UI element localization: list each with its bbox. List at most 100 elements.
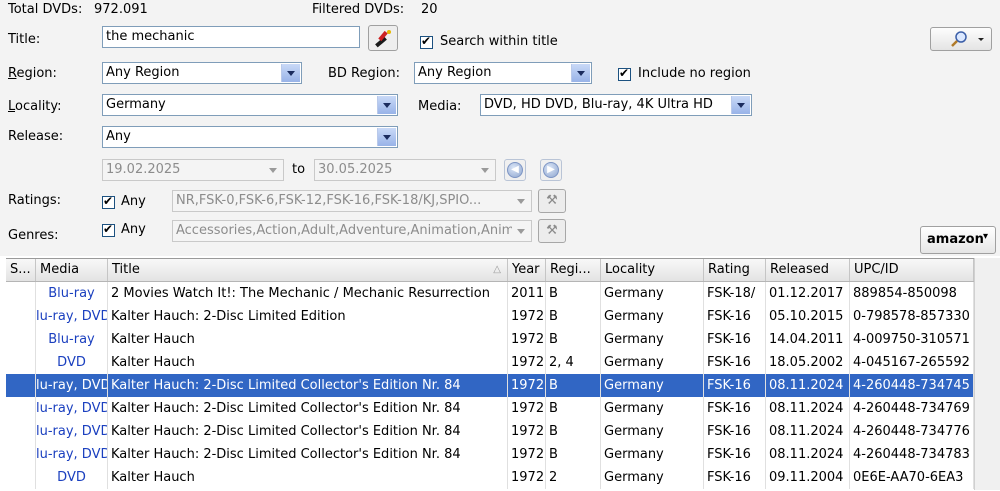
date-next-button[interactable]: ▶	[540, 159, 562, 181]
locality-select[interactable]: Germany	[102, 94, 398, 116]
column-header-region[interactable]: Regi...	[546, 259, 601, 281]
column-header-year[interactable]: Year	[508, 259, 546, 281]
cell-status	[6, 351, 36, 374]
release-value: Any	[106, 129, 131, 144]
cell-upc: 4-260448-734776	[850, 420, 974, 443]
cell-media: lu-ray, DVD	[36, 397, 108, 420]
column-header-title[interactable]: Title △	[108, 259, 508, 281]
table-row[interactable]: lu-ray, DVD Kalter Hauch: 2-Disc Limited …	[6, 374, 974, 397]
column-header-title-label: Title	[112, 262, 140, 277]
clear-title-button[interactable]	[368, 25, 398, 51]
tools-icon: ⚒	[546, 223, 558, 238]
region-value: Any Region	[106, 65, 180, 80]
table-row[interactable]: lu-ray, DVD Kalter Hauch: 2-Disc Limited …	[6, 305, 974, 328]
table-row[interactable]: lu-ray, DVD Kalter Hauch: 2-Disc Limited …	[6, 397, 974, 420]
cell-year: 1972	[508, 374, 546, 397]
cell-status	[6, 466, 36, 489]
cell-status	[6, 282, 36, 305]
include-no-region-checkbox[interactable]	[618, 66, 631, 81]
region-select[interactable]: Any Region	[102, 62, 302, 84]
cell-title: Kalter Hauch: 2-Disc Limited Edition	[108, 305, 508, 328]
cell-released: 01.12.2017	[766, 282, 850, 305]
cell-released: 08.11.2024	[766, 420, 850, 443]
chevron-down-icon: ▾	[983, 231, 989, 242]
cell-released: 08.11.2024	[766, 443, 850, 466]
column-header-released[interactable]: Released	[766, 259, 850, 281]
media-label: Media:	[418, 99, 462, 114]
cell-title: Kalter Hauch: 2-Disc Limited Collector's…	[108, 374, 508, 397]
cell-title: Kalter Hauch	[108, 351, 508, 374]
amazon-button[interactable]: amazon ▾	[920, 226, 996, 254]
column-header-media[interactable]: Media	[36, 259, 108, 281]
genres-value: Accessories,Action,Adult,Adventure,Anima…	[176, 223, 527, 238]
table-row[interactable]: lu-ray, DVD Kalter Hauch: 2-Disc Limited …	[6, 420, 974, 443]
cell-title: Kalter Hauch: 2-Disc Limited Collector's…	[108, 397, 508, 420]
cell-media: lu-ray, DVD	[36, 420, 108, 443]
genres-any-label: Any	[121, 222, 146, 237]
search-within-title-checkbox[interactable]	[420, 34, 433, 49]
cell-locality: Germany	[601, 351, 704, 374]
cell-upc: 4-260448-734745	[850, 374, 974, 397]
chevron-down-icon	[264, 161, 282, 179]
arrow-left-icon: ◀	[507, 162, 523, 178]
column-header-rating[interactable]: Rating	[704, 259, 766, 281]
cell-released: 14.04.2011	[766, 328, 850, 351]
genres-select[interactable]: Accessories,Action,Adult,Adventure,Anima…	[172, 220, 532, 242]
cell-upc: 0E6E-AA70-6EA3	[850, 466, 974, 489]
date-prev-button[interactable]: ◀	[504, 159, 526, 181]
total-dvds-value: 972.091	[94, 2, 148, 17]
vertical-scrollbar[interactable]	[974, 258, 1000, 490]
search-button[interactable]	[930, 27, 992, 51]
amazon-logo: amazon	[927, 232, 984, 247]
column-header-locality[interactable]: Locality	[601, 259, 704, 281]
cell-media: Blu-ray	[36, 328, 108, 351]
table-row[interactable]: Blu-ray 2 Movies Watch It!: The Mechanic …	[6, 282, 974, 305]
filter-panel: Title: the mechanic Search within title …	[0, 20, 1000, 256]
cell-region: B	[546, 374, 601, 397]
cell-locality: Germany	[601, 305, 704, 328]
cell-year: 1972	[508, 305, 546, 328]
column-header-upc[interactable]: UPC/ID	[850, 259, 974, 281]
release-date-to[interactable]: 30.05.2025	[314, 159, 496, 181]
ratings-any-checkbox[interactable]	[102, 194, 115, 209]
chevron-down-icon	[281, 64, 300, 82]
title-input[interactable]: the mechanic	[102, 26, 360, 48]
cell-rating: FSK-16	[704, 443, 766, 466]
cell-media: lu-ray, DVD	[36, 374, 108, 397]
cell-region: B	[546, 305, 601, 328]
cell-year: 1972	[508, 397, 546, 420]
cell-rating: FSK-16	[704, 374, 766, 397]
region-label: Region:	[8, 66, 57, 81]
cell-region: 2, 4	[546, 351, 601, 374]
filtered-dvds-label: Filtered DVDs:	[312, 2, 405, 17]
table-row[interactable]: lu-ray, DVD Kalter Hauch: 2-Disc Limited …	[6, 443, 974, 466]
search-within-title-label: Search within title	[440, 34, 558, 49]
release-date-from[interactable]: 19.02.2025	[102, 159, 284, 181]
cell-title: Kalter Hauch: 2-Disc Limited Collector's…	[108, 443, 508, 466]
locality-label: Locality:	[8, 99, 62, 114]
cell-region: B	[546, 420, 601, 443]
cell-year: 1972	[508, 420, 546, 443]
cell-rating: FSK-18/	[704, 282, 766, 305]
genres-any-checkbox[interactable]	[102, 222, 115, 237]
magnifier-icon	[951, 31, 984, 47]
release-select[interactable]: Any	[102, 126, 398, 148]
column-header-status[interactable]: S...	[6, 259, 36, 281]
table-row[interactable]: DVD Kalter Hauch 1972 2 Germany FSK-16 09.11.2…	[6, 466, 974, 489]
results-grid[interactable]: S... Media Title △ Year Regi... Locality…	[6, 258, 974, 491]
ratings-tools-button[interactable]: ⚒	[538, 189, 566, 213]
table-row[interactable]: Blu-ray Kalter Hauch 1972 B Germany FSK-16 14.…	[6, 328, 974, 351]
cell-status	[6, 328, 36, 351]
bd-region-select[interactable]: Any Region	[414, 62, 592, 84]
ratings-select[interactable]: NR,FSK-0,FSK-6,FSK-12,FSK-16,FSK-18/KJ,S…	[172, 190, 532, 212]
cell-upc: 4-260448-734769	[850, 397, 974, 420]
cell-title: 2 Movies Watch It!: The Mechanic / Mecha…	[108, 282, 508, 305]
bd-region-value: Any Region	[418, 65, 492, 80]
table-row[interactable]: DVD Kalter Hauch 1972 2, 4 Germany FSK-16 18.0…	[6, 351, 974, 374]
cell-locality: Germany	[601, 443, 704, 466]
genres-tools-button[interactable]: ⚒	[538, 219, 566, 243]
cell-status	[6, 420, 36, 443]
media-select[interactable]: DVD, HD DVD, Blu-ray, 4K Ultra HD	[480, 94, 752, 116]
cell-rating: FSK-16	[704, 466, 766, 489]
cell-rating: FSK-16	[704, 397, 766, 420]
